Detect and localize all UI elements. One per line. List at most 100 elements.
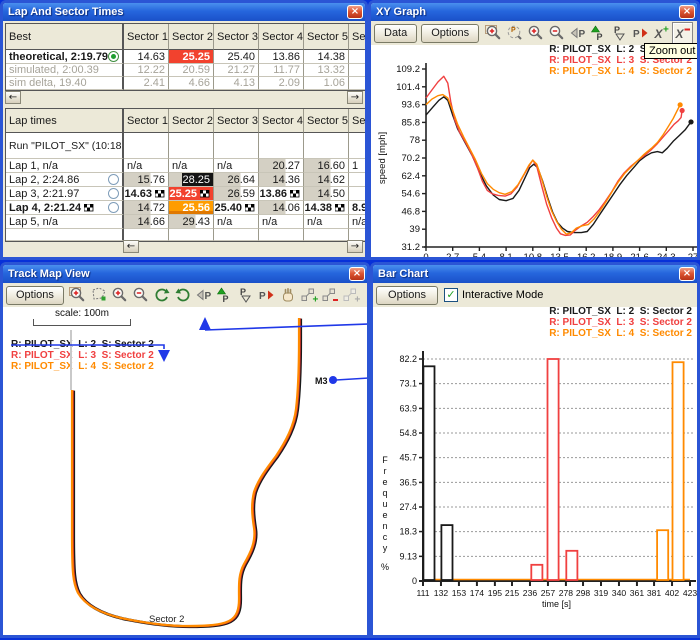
sector-cell[interactable]: n/a	[124, 159, 169, 173]
scroll-right-icon[interactable]: →	[347, 240, 363, 253]
xy-plot-area[interactable]: 31.23946.854.662.470.27885.893.6101.4109…	[371, 59, 697, 257]
scroll-right-icon[interactable]: →	[347, 91, 363, 104]
best-table-scrollbar[interactable]: ← →	[5, 91, 363, 105]
sector-cell[interactable]: n/a	[169, 159, 214, 173]
zoom-window-icon[interactable]	[483, 22, 504, 44]
row-label-cell[interactable]: theoretical, 2:19.79	[6, 50, 124, 64]
bar[interactable]	[657, 530, 668, 580]
scroll-left-icon[interactable]: ←	[5, 91, 21, 104]
row-label-cell[interactable]	[6, 229, 124, 241]
scroll-left-icon[interactable]: ←	[123, 240, 139, 253]
sector-cell[interactable]: 28.25	[169, 173, 214, 187]
sector-cell[interactable]: 14.72	[124, 201, 169, 215]
close-icon[interactable]: ×	[347, 5, 363, 19]
sector-cell[interactable]: 11.77	[259, 64, 304, 77]
sector-cell[interactable]: 13.86	[259, 50, 304, 64]
track-map-canvas[interactable]: Sector 2M3	[3, 283, 367, 635]
row-label-cell[interactable]: Lap 5, n/a	[6, 215, 124, 229]
sector-cell[interactable]: n/a	[214, 159, 259, 173]
bar-plot-area[interactable]: 09.1318.327.436.545.754.863.973.182.2111…	[373, 343, 697, 635]
sector-cell[interactable]: 14.50	[304, 187, 349, 201]
lap-radio[interactable]	[108, 174, 119, 185]
sector-cell[interactable]: 4.13	[214, 77, 259, 90]
sector-cell[interactable]: 13.86	[259, 187, 304, 201]
bar[interactable]	[423, 366, 434, 580]
sector-cell[interactable]: 8.9	[349, 201, 365, 215]
sector-cell[interactable]	[169, 133, 214, 159]
sector-cell[interactable]: 14.66	[124, 215, 169, 229]
sector-cell[interactable]	[349, 187, 365, 201]
marker-next-icon[interactable]: P	[630, 22, 651, 44]
sector-cell[interactable]: 29.43	[169, 215, 214, 229]
sector-cell[interactable]: 14.63	[124, 187, 169, 201]
sector-cell[interactable]: 14.38	[304, 201, 349, 215]
close-icon[interactable]: ×	[679, 267, 695, 281]
sector-cell[interactable]: 26.64	[214, 173, 259, 187]
sector-cell[interactable]	[349, 173, 365, 187]
sector-cell[interactable]: 2.41	[124, 77, 169, 90]
sector-cell[interactable]: 26.59	[214, 187, 259, 201]
x-zoom-out-icon[interactable]: X	[672, 22, 693, 44]
sector-cell[interactable]: 13.32	[304, 64, 349, 77]
close-icon[interactable]: ×	[349, 267, 365, 281]
sector-cell[interactable]	[349, 77, 365, 90]
sector-cell[interactable]: 25.56	[169, 201, 214, 215]
lap-times-titlebar[interactable]: Lap And Sector Times ×	[3, 3, 365, 21]
lap-table-scrollbar[interactable]: ← →	[123, 240, 363, 254]
sector-cell[interactable]: 14.63	[124, 50, 169, 64]
sector-cell[interactable]: 4.66	[169, 77, 214, 90]
row-label-cell[interactable]: simulated, 2:00.39	[6, 64, 124, 77]
track-map-titlebar[interactable]: Track Map View ×	[3, 265, 367, 283]
sector-cell[interactable]: n/a	[259, 215, 304, 229]
marker-down-icon[interactable]: P	[609, 22, 630, 44]
interactive-checkbox[interactable]: ✓	[444, 288, 458, 302]
sector-cell[interactable]: 20.27	[259, 159, 304, 173]
sector-cell[interactable]: 1	[349, 159, 365, 173]
bar-plot[interactable]: 09.1318.327.436.545.754.863.973.182.2111…	[373, 343, 697, 635]
options-button[interactable]: Options	[376, 286, 438, 305]
sector-cell[interactable]: 12.22	[124, 64, 169, 77]
sector-cell[interactable]	[214, 133, 259, 159]
sector-cell[interactable]	[349, 133, 365, 159]
bar[interactable]	[548, 359, 559, 580]
sector-cell[interactable]: 25.40	[214, 201, 259, 215]
sector-cell[interactable]: 25.40	[214, 50, 259, 64]
row-label-cell[interactable]: sim delta, 19.40	[6, 77, 124, 90]
sector-cell[interactable]	[349, 50, 365, 64]
options-button[interactable]: Options	[421, 24, 479, 43]
sector-cell[interactable]: 14.36	[259, 173, 304, 187]
sector-cell[interactable]: 14.62	[304, 173, 349, 187]
zoom-in-icon[interactable]	[525, 22, 546, 44]
sector-cell[interactable]: 25.25	[169, 50, 214, 64]
sector-cell[interactable]: 1.06	[304, 77, 349, 90]
zoom-drag-icon[interactable]: P	[504, 22, 525, 44]
lap-radio[interactable]	[108, 188, 119, 199]
row-label-cell[interactable]: Lap 3, 2:21.97	[6, 187, 124, 201]
zoom-out-icon[interactable]	[546, 22, 567, 44]
sector-cell[interactable]: n/a	[349, 215, 365, 229]
sector-cell[interactable]: 15.76	[124, 173, 169, 187]
sector-cell[interactable]: 21.27	[214, 64, 259, 77]
sector-cell[interactable]: 25.25	[169, 187, 214, 201]
bar[interactable]	[566, 551, 577, 580]
sector-cell[interactable]: 16.60	[304, 159, 349, 173]
marker-up-icon[interactable]: P	[588, 22, 609, 44]
data-button[interactable]: Data	[374, 24, 417, 43]
sector-cell[interactable]	[124, 133, 169, 159]
close-icon[interactable]: ×	[679, 5, 695, 19]
sector-cell[interactable]: 14.06	[259, 201, 304, 215]
row-label-cell[interactable]: Lap 4, 2:21.24	[6, 201, 124, 215]
sector-cell[interactable]: n/a	[214, 215, 259, 229]
lap-radio[interactable]	[108, 202, 119, 213]
row-label-cell[interactable]: Lap 2, 2:24.86	[6, 173, 124, 187]
interactive-mode-toggle[interactable]: ✓ Interactive Mode	[444, 288, 543, 302]
row-label-cell[interactable]: Lap 1, n/a	[6, 159, 124, 173]
lap-radio[interactable]	[108, 51, 119, 62]
x-zoom-in-icon[interactable]: X+	[651, 22, 672, 44]
marker-prev-icon[interactable]: P	[567, 22, 588, 44]
track-map-svg[interactable]: Sector 2M3	[3, 283, 367, 635]
bar[interactable]	[531, 565, 542, 580]
sector-cell[interactable]	[304, 133, 349, 159]
sector-cell[interactable]: n/a	[304, 215, 349, 229]
sector-cell[interactable]: 20.59	[169, 64, 214, 77]
